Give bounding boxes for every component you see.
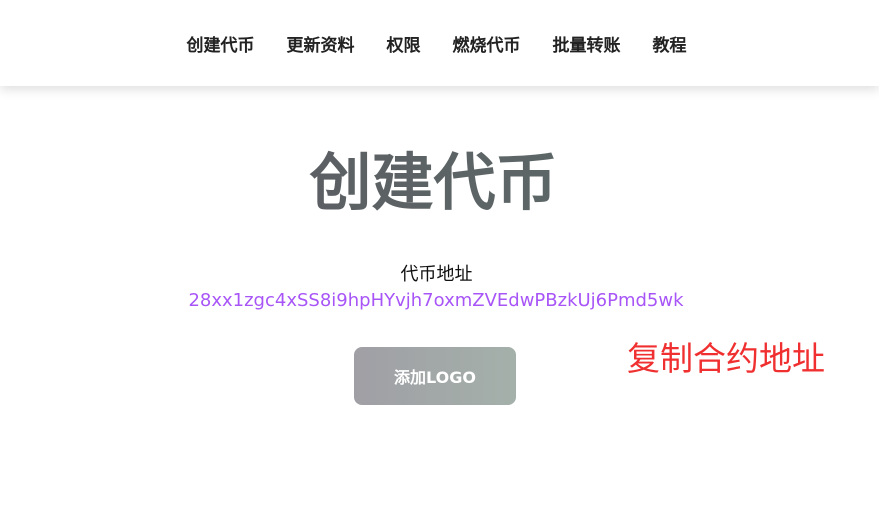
token-address-label: 代币地址 <box>400 264 473 285</box>
nav-update-info[interactable]: 更新资料 <box>287 31 355 56</box>
page-title: 创建代币 <box>0 132 867 222</box>
add-logo-button[interactable]: 添加LOGO <box>354 347 516 405</box>
nav-permissions[interactable]: 权限 <box>387 31 421 56</box>
nav-burn-token[interactable]: 燃烧代币 <box>453 31 521 56</box>
top-nav: 创建代币 更新资料 权限 燃烧代币 批量转账 教程 <box>0 0 879 86</box>
token-address[interactable]: 28xx1zgc4xSS8i9hpHYvjh7oxmZVEdwPBzkUj6Pm… <box>0 290 872 311</box>
nav-create-token[interactable]: 创建代币 <box>187 31 255 56</box>
nav-batch-transfer[interactable]: 批量转账 <box>553 31 621 56</box>
nav-tutorial[interactable]: 教程 <box>653 31 687 56</box>
copy-address-annotation: 复制合约地址 <box>627 339 825 378</box>
